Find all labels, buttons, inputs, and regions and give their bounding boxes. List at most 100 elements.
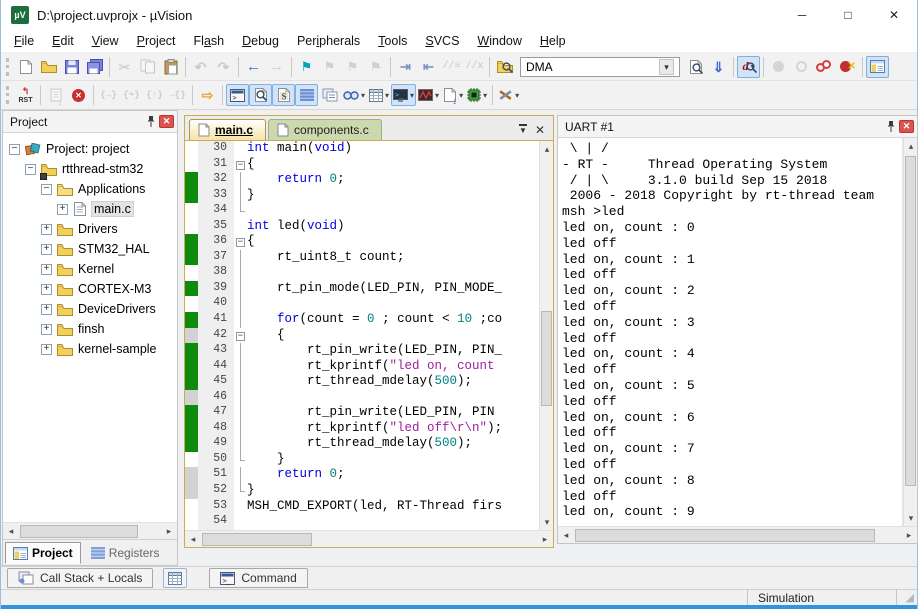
- close-uart-panel-button[interactable]: ✕: [899, 120, 914, 133]
- trace-window-button[interactable]: ↓▾: [441, 84, 465, 106]
- expand-toggle[interactable]: +: [41, 324, 52, 335]
- tab-components-c[interactable]: components.c: [268, 119, 382, 140]
- reset-button[interactable]: ↰RST: [14, 84, 37, 106]
- menu-tools[interactable]: Tools: [369, 31, 416, 51]
- scroll-down-icon[interactable]: ▾: [904, 510, 917, 526]
- scroll-left-icon[interactable]: ◂: [185, 531, 201, 547]
- menu-view[interactable]: View: [83, 31, 128, 51]
- dropdown-arrow-icon[interactable]: ▾: [483, 91, 487, 100]
- dropdown-arrow-icon[interactable]: ▾: [515, 91, 519, 100]
- memory-window-button[interactable]: [163, 568, 187, 588]
- code-line[interactable]: 41 for(count = 0 ; count < 10 ;co: [185, 312, 539, 328]
- code-line[interactable]: 37 rt_uint8_t count;: [185, 250, 539, 266]
- open-file-button[interactable]: [37, 56, 60, 78]
- close-project-panel-button[interactable]: ✕: [159, 115, 174, 128]
- code-line[interactable]: 44 rt_kprintf("led on, count: [185, 359, 539, 375]
- fold-margin[interactable]: [234, 483, 247, 499]
- new-file-button[interactable]: [14, 56, 37, 78]
- fold-margin[interactable]: [234, 421, 247, 437]
- fold-margin[interactable]: [234, 405, 247, 421]
- code-line[interactable]: 49 rt_thread_mdelay(500);: [185, 436, 539, 452]
- menu-project[interactable]: Project: [128, 31, 185, 51]
- scroll-right-icon[interactable]: ▸: [537, 531, 553, 547]
- find-combo-dropdown-icon[interactable]: ▾: [659, 59, 674, 75]
- code-line[interactable]: 53MSH_CMD_EXPORT(led, RT-Thread firs: [185, 499, 539, 515]
- code-line[interactable]: 39 rt_pin_mode(LED_PIN, PIN_MODE_: [185, 281, 539, 297]
- code-line[interactable]: 42− {: [185, 328, 539, 344]
- dropdown-arrow-icon[interactable]: ▾: [410, 91, 414, 100]
- scroll-left-icon[interactable]: ◂: [3, 523, 19, 539]
- close-file-icon[interactable]: ✕: [535, 125, 545, 135]
- code-line[interactable]: 46: [185, 390, 539, 406]
- fold-margin[interactable]: [234, 296, 247, 312]
- code-line[interactable]: 51 return 0;: [185, 467, 539, 483]
- tab-main-c[interactable]: main.c: [189, 119, 266, 140]
- fold-margin[interactable]: [234, 499, 247, 515]
- serial-window-button[interactable]: >_▾: [391, 84, 416, 106]
- tree-item-kernel[interactable]: +Kernel: [3, 259, 177, 279]
- incremental-find-button[interactable]: ⇓: [707, 56, 730, 78]
- save-button[interactable]: [60, 56, 83, 78]
- folder-find-button[interactable]: [493, 56, 516, 78]
- menu-debug[interactable]: Debug: [233, 31, 288, 51]
- tab-call-stack-locals[interactable]: Call Stack + Locals: [7, 568, 153, 588]
- fold-margin[interactable]: [234, 188, 247, 204]
- word-lookup-button[interactable]: d▾: [737, 56, 760, 78]
- toolbar-grip[interactable]: [6, 58, 9, 76]
- disassembly-window-button[interactable]: [249, 84, 272, 106]
- tree-item-rtthread-stm32[interactable]: −rtthread-stm32: [3, 159, 177, 179]
- code-line[interactable]: 40: [185, 296, 539, 312]
- fold-margin[interactable]: [234, 203, 247, 219]
- expand-toggle[interactable]: +: [41, 304, 52, 315]
- tree-item-main-c[interactable]: +main.c: [3, 199, 177, 219]
- menu-edit[interactable]: Edit: [43, 31, 83, 51]
- menu-peripherals[interactable]: Peripherals: [288, 31, 369, 51]
- code-line[interactable]: 35int led(void): [185, 219, 539, 235]
- expand-toggle[interactable]: +: [41, 264, 52, 275]
- symbol-window-button[interactable]: S: [272, 84, 295, 106]
- menu-flash[interactable]: Flash: [185, 31, 234, 51]
- bp-kill-all-button[interactable]: ✕: [836, 56, 859, 78]
- fold-margin[interactable]: [234, 436, 247, 452]
- dropdown-arrow-icon[interactable]: ▾: [459, 91, 463, 100]
- fold-margin[interactable]: −: [234, 328, 247, 344]
- code-line[interactable]: 54: [185, 514, 539, 530]
- toolbar-grip[interactable]: [6, 86, 9, 104]
- dropdown-arrow-icon[interactable]: ▾: [435, 91, 439, 100]
- scroll-thumb[interactable]: [575, 529, 875, 542]
- code-line[interactable]: 50 }: [185, 452, 539, 468]
- collapse-toggle[interactable]: −: [41, 184, 52, 195]
- uart-hscrollbar[interactable]: ◂ ▸: [558, 526, 917, 543]
- menu-file[interactable]: File: [5, 31, 43, 51]
- fold-margin[interactable]: [234, 250, 247, 266]
- save-all-button[interactable]: [83, 56, 106, 78]
- code-line[interactable]: 43 rt_pin_write(LED_PIN, PIN_: [185, 343, 539, 359]
- fold-margin[interactable]: [234, 452, 247, 468]
- call-stack-window-button[interactable]: [318, 84, 341, 106]
- code-line[interactable]: 45 rt_thread_mdelay(500);: [185, 374, 539, 390]
- project-hscrollbar[interactable]: ◂ ▸: [3, 522, 177, 539]
- uart-output[interactable]: \ | /- RT - Thread Operating System / | …: [558, 138, 903, 526]
- paste-button[interactable]: [159, 56, 182, 78]
- collapse-toggle[interactable]: −: [9, 144, 20, 155]
- find-combo[interactable]: DMA▾: [520, 57, 680, 77]
- pin-icon[interactable]: [886, 120, 896, 133]
- scroll-thumb[interactable]: [541, 311, 552, 406]
- tab-list-icon[interactable]: ▼: [519, 124, 527, 136]
- tree-item-finsh[interactable]: +finsh: [3, 319, 177, 339]
- tree-item-cortex-m3[interactable]: +CORTEX-M3: [3, 279, 177, 299]
- fold-margin[interactable]: [234, 390, 247, 406]
- code-line[interactable]: 32 return 0;: [185, 172, 539, 188]
- code-line[interactable]: 36−{: [185, 234, 539, 250]
- minimize-button[interactable]: ─: [779, 0, 825, 30]
- fold-margin[interactable]: [234, 343, 247, 359]
- system-viewer-button[interactable]: ▾: [465, 84, 489, 106]
- tab-command[interactable]: >_ Command: [209, 568, 307, 588]
- code-editor[interactable]: 30int main(void)31−{32 return 0;33}3435i…: [185, 141, 539, 530]
- pin-icon[interactable]: [146, 115, 156, 128]
- expand-toggle[interactable]: +: [41, 244, 52, 255]
- scroll-down-icon[interactable]: ▾: [540, 514, 553, 530]
- fold-margin[interactable]: [234, 467, 247, 483]
- expand-toggle[interactable]: +: [41, 344, 52, 355]
- fold-margin[interactable]: [234, 374, 247, 390]
